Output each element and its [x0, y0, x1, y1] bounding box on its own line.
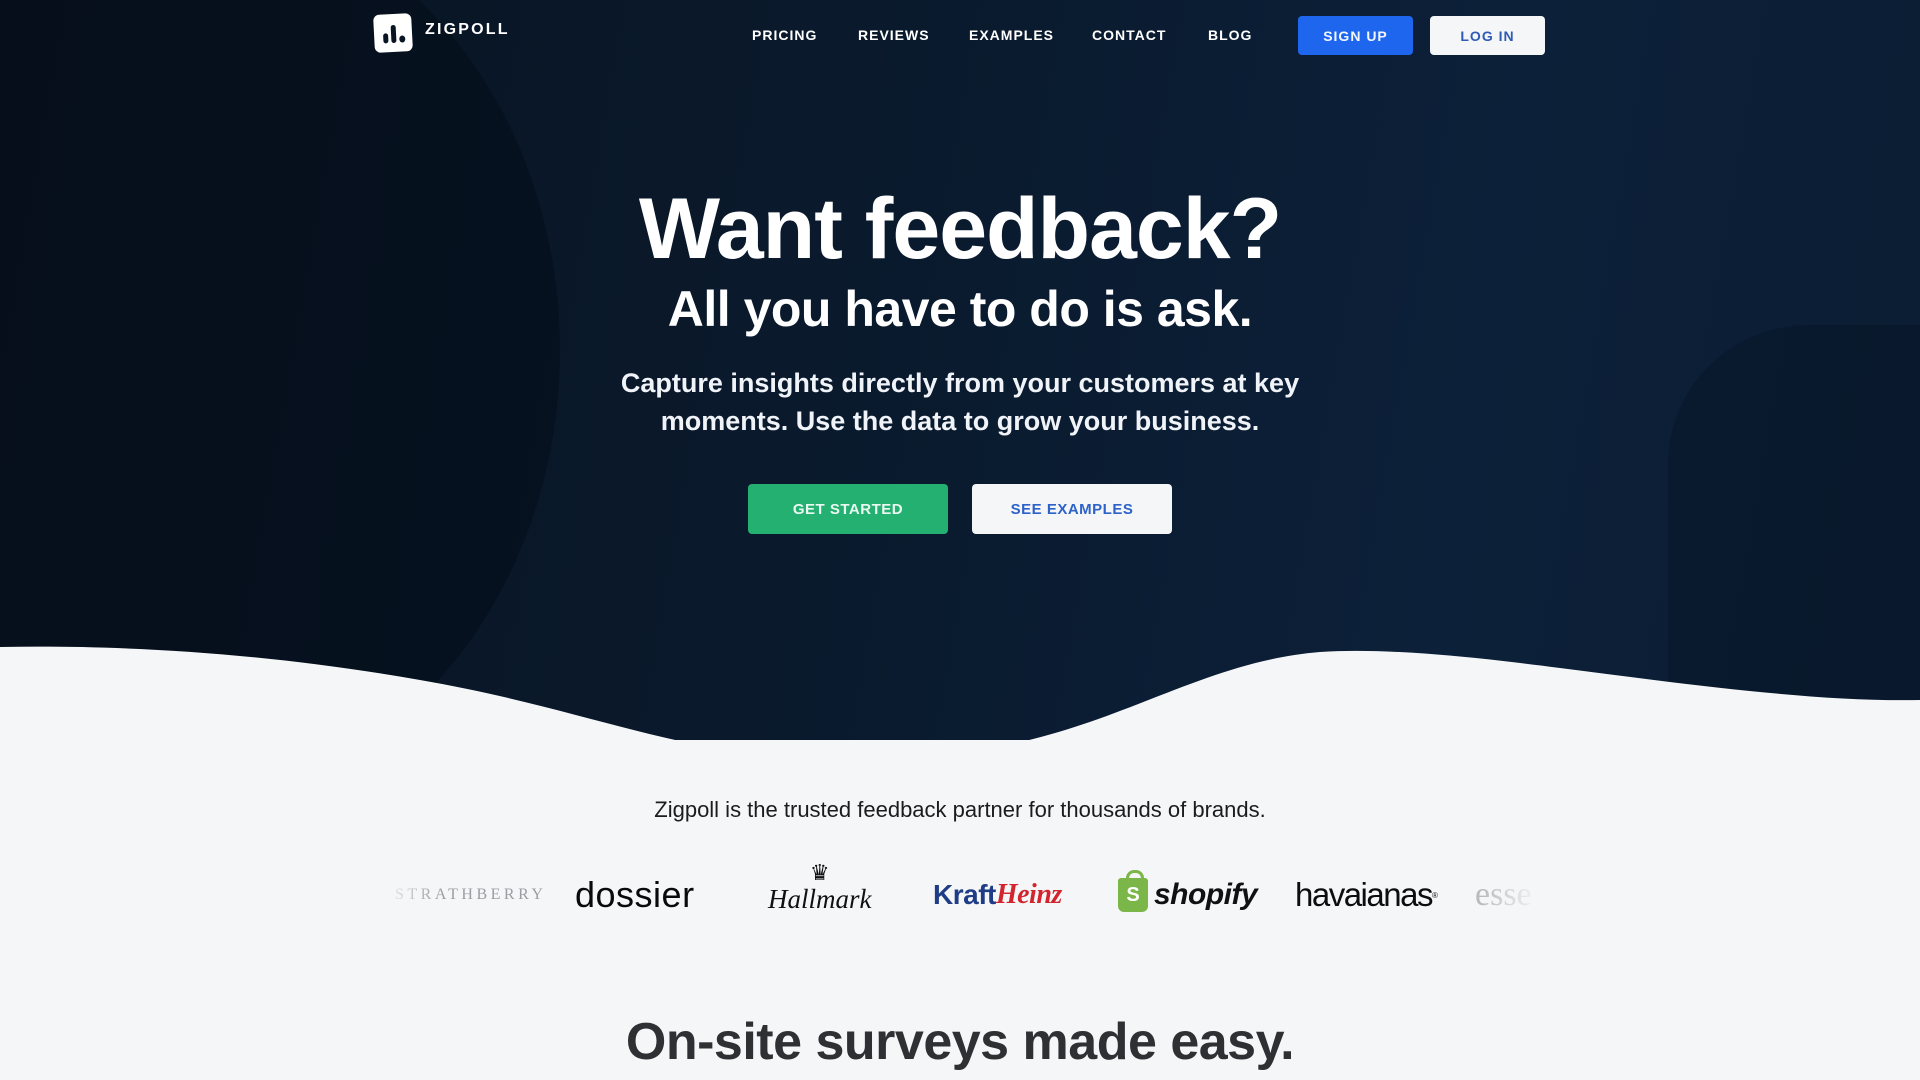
sign-up-button[interactable]: SIGN UP — [1298, 16, 1413, 55]
get-started-button[interactable]: GET STARTED — [748, 484, 948, 534]
nav-contact[interactable]: CONTACT — [1092, 27, 1166, 43]
see-examples-button[interactable]: SEE EXAMPLES — [972, 484, 1172, 534]
brands-tagline: Zigpoll is the trusted feedback partner … — [654, 797, 1266, 822]
nav-reviews[interactable]: REVIEWS — [858, 27, 930, 43]
nav-blog[interactable]: BLOG — [1208, 27, 1252, 43]
hero-title: Want feedback? — [638, 181, 1282, 277]
nav-pricing[interactable]: PRICING — [752, 27, 817, 43]
shopify-wordmark: shopify — [1154, 878, 1258, 911]
dossier-logo: dossier — [575, 860, 695, 930]
nav-examples[interactable]: EXAMPLES — [969, 27, 1054, 43]
crown-icon: ♛ — [809, 860, 830, 885]
brand-logo-carousel: STRATHBERRY dossier ♛ Hallmark Kraft Hei… — [380, 860, 1540, 930]
havaianas-wordmark: havaianas — [1295, 876, 1433, 913]
registered-mark: ® — [1431, 890, 1438, 900]
havaianas-logo: havaianas ® — [1295, 860, 1438, 930]
hero-subtitle: All you have to do is ask. — [667, 281, 1253, 337]
dossier-wordmark: dossier — [575, 874, 695, 915]
hero-wave-divider — [0, 646, 1920, 760]
kraft-wordmark: Kraft — [933, 879, 996, 910]
log-in-button[interactable]: LOG IN — [1430, 16, 1545, 55]
hallmark-wordmark: Hallmark — [768, 884, 872, 914]
shopping-bag-icon: S — [1118, 870, 1148, 912]
kraft-heinz-logo: Kraft Heinz — [933, 860, 1062, 930]
hero-lead-text: Capture insights directly from your cust… — [620, 368, 1300, 436]
main-nav: PRICING REVIEWS EXAMPLES CONTACT BLOG — [0, 27, 1920, 47]
carousel-fade-left — [380, 860, 440, 930]
carousel-fade-right — [1480, 860, 1540, 930]
heinz-wordmark: Heinz — [995, 879, 1062, 910]
hallmark-logo: ♛ Hallmark — [768, 860, 872, 930]
shopify-logo: S shopify — [1118, 860, 1258, 930]
section-heading: On-site surveys made easy. — [625, 1013, 1295, 1071]
